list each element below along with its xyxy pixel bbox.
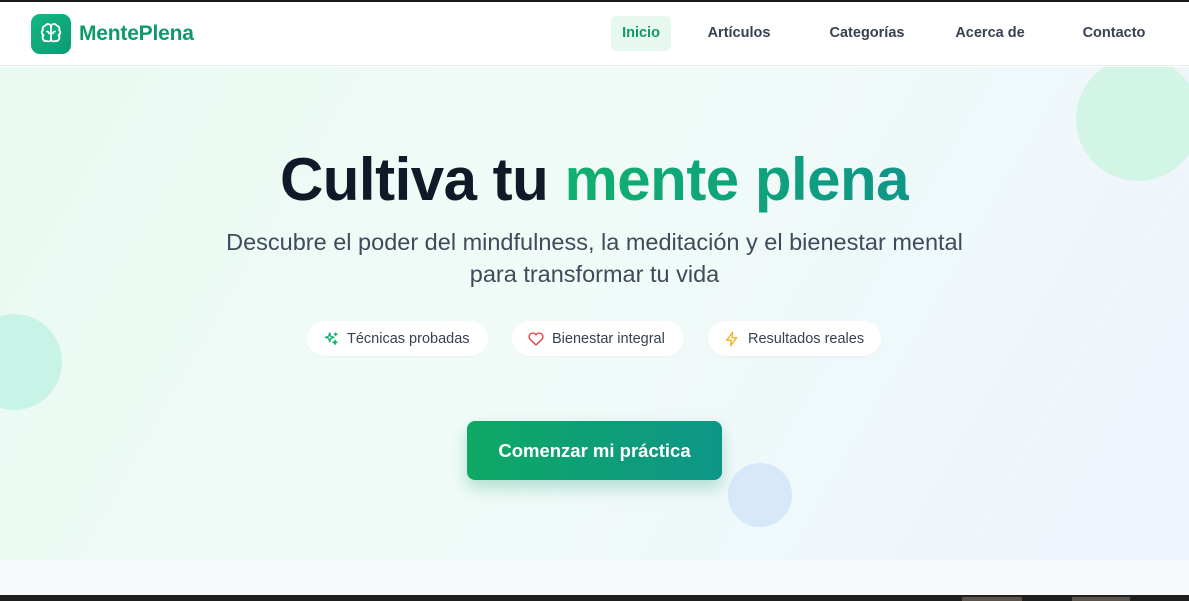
partial-image: [962, 597, 1022, 601]
decorative-circle: [0, 314, 62, 410]
feature-chip-bienestar: Bienestar integral: [512, 321, 684, 356]
brand[interactable]: MentePlena: [31, 14, 194, 54]
decorative-circle: [728, 463, 792, 527]
feature-chip-resultados: Resultados reales: [708, 321, 881, 356]
hero-section: Cultiva tu mente plena Descubre el poder…: [0, 67, 1189, 560]
chip-label: Bienestar integral: [552, 330, 665, 347]
brain-icon: [31, 14, 71, 54]
next-section: [0, 560, 1189, 595]
hero-title: Cultiva tu mente plena: [0, 144, 1189, 216]
start-practice-button[interactable]: Comenzar mi práctica: [467, 421, 722, 480]
browser-viewport: MentePlena Inicio Artículos Categorías A…: [0, 2, 1189, 595]
nav-item-categorias[interactable]: Categorías: [817, 16, 917, 51]
partial-image: [1072, 597, 1130, 601]
nav-item-articulos[interactable]: Artículos: [699, 16, 779, 51]
lightning-icon: [724, 331, 740, 347]
brand-name: MentePlena: [79, 22, 194, 45]
nav-item-acerca-de[interactable]: Acerca de: [945, 16, 1035, 51]
sparkles-icon: [323, 331, 339, 347]
chip-label: Resultados reales: [748, 330, 865, 347]
top-navbar: MentePlena Inicio Artículos Categorías A…: [0, 2, 1189, 66]
nav-item-inicio[interactable]: Inicio: [611, 16, 671, 51]
hero-subtitle: Descubre el poder del mindfulness, la me…: [226, 229, 963, 287]
chip-label: Técnicas probadas: [347, 330, 470, 347]
nav-item-contacto[interactable]: Contacto: [1074, 16, 1154, 51]
feature-chip-tecnicas: Técnicas probadas: [307, 321, 488, 356]
hero-title-accent: mente plena: [564, 146, 910, 213]
hero-title-plain: Cultiva tu: [279, 146, 565, 213]
heart-icon: [528, 331, 544, 347]
